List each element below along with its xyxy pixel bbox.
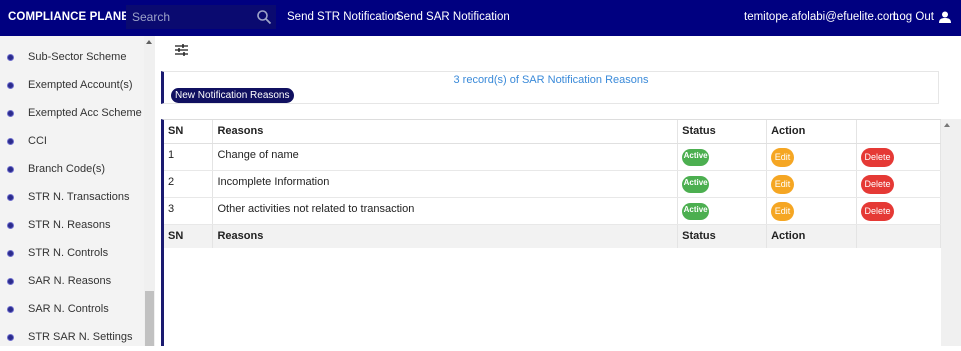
cell-edit: Edit xyxy=(766,197,858,225)
user-email[interactable]: temitope.afolabi@efuelite.com xyxy=(744,11,899,23)
table-footer-row: SN Reasons Status Action xyxy=(164,224,941,248)
cell-edit: Edit xyxy=(766,170,858,198)
column-header-action: Action xyxy=(766,120,858,144)
reasons-table: SN Reasons Status Action 1 Change of nam… xyxy=(164,120,941,248)
table-row: 3 Other activities not related to transa… xyxy=(164,197,941,225)
top-navbar: COMPLIANCE PLANET Send STR Notification … xyxy=(0,0,961,36)
sidebar-item-str-n-reasons[interactable]: STR N. Reasons xyxy=(0,211,142,239)
cell-status: Active xyxy=(677,170,768,198)
new-notification-reasons-button[interactable]: New Notification Reasons xyxy=(171,88,294,103)
cell-reason: Other activities not related to transact… xyxy=(212,197,679,225)
sidebar-item-str-n-controls[interactable]: STR N. Controls xyxy=(0,239,142,267)
cell-sn: 1 xyxy=(164,143,214,171)
active-status-badge[interactable]: Active xyxy=(682,148,710,166)
column-header-sn[interactable]: SN xyxy=(164,120,214,144)
bullet-icon xyxy=(7,221,14,229)
bullet-icon xyxy=(7,165,14,173)
sidebar-item-sar-n-controls[interactable]: SAR N. Controls xyxy=(0,295,142,323)
sidebar-item-label: Branch Code(s) xyxy=(28,163,106,175)
records-summary-bar: 3 record(s) of SAR Notification Reasons … xyxy=(161,71,939,104)
reasons-table-container: SN Reasons Status Action 1 Change of nam… xyxy=(161,119,941,346)
sidebar-item-cci[interactable]: CCI xyxy=(0,127,142,155)
sidebar-item-label: SAR N. Reasons xyxy=(28,275,112,287)
sidebar-item-label: STR SAR N. Settings xyxy=(28,331,133,343)
logout-label: Log Out xyxy=(893,11,934,23)
bullet-icon xyxy=(7,277,14,285)
bullet-icon xyxy=(7,333,14,341)
scroll-up-arrow-icon[interactable] xyxy=(944,123,950,127)
edit-button[interactable]: Edit xyxy=(771,201,795,221)
cell-reason: Incomplete Information xyxy=(212,170,679,198)
cell-reason: Change of name xyxy=(212,143,679,171)
bullet-icon xyxy=(7,81,14,89)
bullet-icon xyxy=(7,53,14,61)
filter-settings-icon[interactable] xyxy=(175,44,188,56)
cell-delete: Delete xyxy=(856,170,941,198)
footer-sn: SN xyxy=(164,224,214,248)
send-sar-notification-link[interactable]: Send SAR Notification xyxy=(396,11,510,23)
sidebar-item-label: Exempted Acc Scheme xyxy=(28,107,142,119)
column-header-status[interactable]: Status xyxy=(677,120,768,144)
bullet-icon xyxy=(7,137,14,145)
delete-button[interactable]: Delete xyxy=(861,174,895,194)
column-header-empty xyxy=(856,120,941,144)
column-header-reasons[interactable]: Reasons xyxy=(212,120,679,144)
footer-reasons: Reasons xyxy=(212,224,679,248)
cell-delete: Delete xyxy=(856,197,941,225)
app-brand[interactable]: COMPLIANCE PLANET xyxy=(8,11,136,23)
active-status-badge[interactable]: Active xyxy=(682,175,710,193)
bullet-icon xyxy=(7,193,14,201)
user-icon xyxy=(938,11,951,23)
delete-button[interactable]: Delete xyxy=(861,147,895,167)
sidebar-item-sub-sector-scheme[interactable]: Sub-Sector Scheme xyxy=(0,43,142,71)
sidebar-item-sar-n-reasons[interactable]: SAR N. Reasons xyxy=(0,267,142,295)
bullet-icon xyxy=(7,109,14,117)
search-icon[interactable] xyxy=(256,9,272,25)
sidebar-item-str-sar-n-settings[interactable]: STR SAR N. Settings xyxy=(0,323,142,351)
sidebar-item-exempted-accounts[interactable]: Exempted Account(s) xyxy=(0,71,142,99)
active-status-badge[interactable]: Active xyxy=(682,202,710,220)
cell-status: Active xyxy=(677,143,768,171)
footer-status: Status xyxy=(677,224,768,248)
bullet-icon xyxy=(7,305,14,313)
sidebar-item-label: STR N. Controls xyxy=(28,247,109,259)
edit-button[interactable]: Edit xyxy=(771,147,795,167)
table-header-row: SN Reasons Status Action xyxy=(164,120,941,144)
sidebar-item-label: Exempted Account(s) xyxy=(28,79,133,91)
search-box xyxy=(126,5,276,29)
scroll-up-arrow-icon[interactable] xyxy=(146,40,152,44)
cell-sn: 3 xyxy=(164,197,214,225)
delete-button[interactable]: Delete xyxy=(861,201,895,221)
cell-edit: Edit xyxy=(766,143,858,171)
sidebar-item-label: STR N. Reasons xyxy=(28,219,111,231)
sidebar-item-label: STR N. Transactions xyxy=(28,191,130,203)
table-row: 1 Change of name Active Edit Delete xyxy=(164,143,941,171)
footer-action: Action xyxy=(766,224,858,248)
sidebar: Sub-Sector Scheme Exempted Account(s) Ex… xyxy=(0,36,155,346)
sidebar-item-branch-codes[interactable]: Branch Code(s) xyxy=(0,155,142,183)
records-count: 3 record(s) of SAR Notification Reasons xyxy=(453,74,649,86)
cell-delete: Delete xyxy=(856,143,941,171)
logout-button[interactable]: Log Out xyxy=(893,11,951,23)
footer-empty xyxy=(856,224,941,248)
send-str-notification-link[interactable]: Send STR Notification xyxy=(287,11,400,23)
edit-button[interactable]: Edit xyxy=(771,174,795,194)
sidebar-scrollbar-thumb[interactable] xyxy=(145,291,154,346)
sidebar-item-exempted-acc-scheme[interactable]: Exempted Acc Scheme xyxy=(0,99,142,127)
bullet-icon xyxy=(7,249,14,257)
cell-status: Active xyxy=(677,197,768,225)
search-input[interactable] xyxy=(126,10,251,24)
table-row: 2 Incomplete Information Active Edit Del… xyxy=(164,170,941,198)
sidebar-item-str-n-transactions[interactable]: STR N. Transactions xyxy=(0,183,142,211)
content-scrollbar[interactable] xyxy=(941,119,961,346)
sidebar-item-label: Sub-Sector Scheme xyxy=(28,51,127,63)
cell-sn: 2 xyxy=(164,170,214,198)
sidebar-item-label: CCI xyxy=(28,135,47,147)
sidebar-item-label: SAR N. Controls xyxy=(28,303,109,315)
